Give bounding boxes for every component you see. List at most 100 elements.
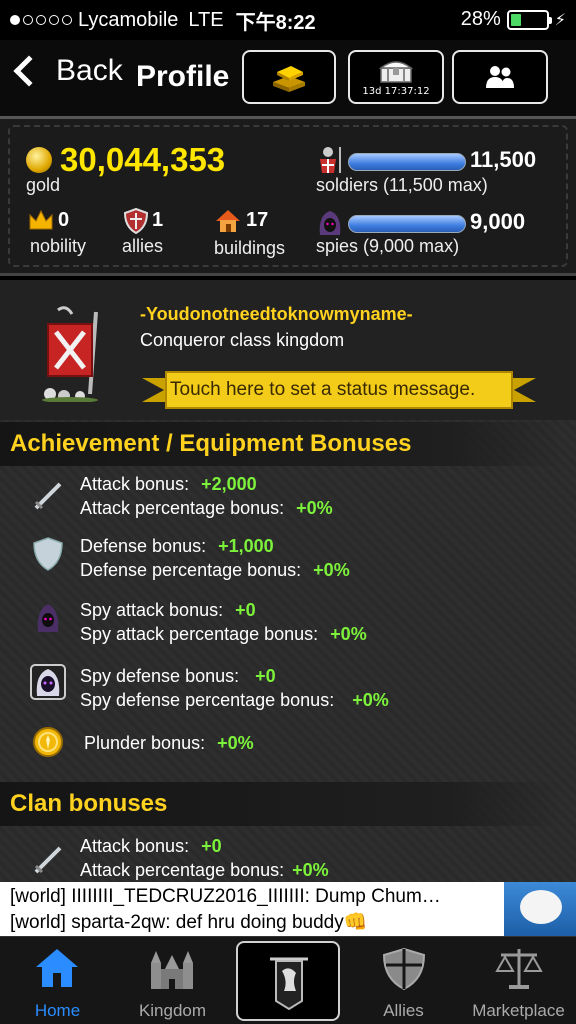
spy-attack-pct-value: +0% xyxy=(330,624,367,644)
house-icon xyxy=(216,210,240,232)
clan-attack-bonus-row: Attack bonus: +0 xyxy=(80,836,222,857)
banner-flag-icon xyxy=(270,957,308,1011)
back-label: Back xyxy=(56,54,123,87)
status-message-prompt[interactable]: Touch here to set a status message. xyxy=(170,379,475,401)
spy-attack-bonus-row: Spy attack bonus: +0 xyxy=(80,600,256,621)
plunder-value: +0% xyxy=(217,733,254,753)
attack-pct-label: Attack percentage bonus: xyxy=(80,498,285,518)
attack-bonus-label: Attack bonus: xyxy=(80,474,190,494)
kingdom-panel: -Youdonotneedtoknowmyname- Conqueror cla… xyxy=(0,280,576,420)
clan-attack-label: Attack bonus: xyxy=(80,836,190,856)
gold-bars-icon xyxy=(273,66,305,92)
center-battle-button[interactable] xyxy=(236,941,340,1021)
kingdom-class: Conqueror class kingdom xyxy=(140,330,345,350)
nobility-label: nobility xyxy=(30,236,87,256)
tab-marketplace[interactable]: Marketplace xyxy=(461,937,576,1024)
soldiers-label: soldiers (11,500 max) xyxy=(316,175,488,195)
spy-defense-label: Spy defense bonus: xyxy=(80,666,240,686)
nobility-value: 0 xyxy=(58,209,70,231)
clan-attack-pct-label: Attack percentage bonus: xyxy=(80,860,285,880)
plunder-coin-icon xyxy=(33,727,63,757)
spy-defense-value: +0 xyxy=(255,666,276,686)
chevron-left-icon xyxy=(13,55,45,87)
allies-label: allies xyxy=(122,236,164,256)
status-bar: Lycamobile LTE 下午8:22 28% ⚡ xyxy=(0,0,576,40)
achievement-bonuses-header: Achievement / Equipment Bonuses xyxy=(0,422,562,466)
defense-pct-value: +0% xyxy=(313,560,350,580)
network-type: LTE xyxy=(188,8,224,31)
back-button[interactable]: Back xyxy=(12,54,123,88)
spy-attack-pct-row: Spy attack percentage bonus: +0% xyxy=(80,624,367,645)
people-icon xyxy=(486,66,514,88)
attack-pct-value: +0% xyxy=(296,498,333,518)
spy-attack-label: Spy attack bonus: xyxy=(80,600,224,620)
carrier-name: Lycamobile xyxy=(78,8,179,31)
signal-strength-icon xyxy=(10,15,72,25)
spy-defense-pct-row: Spy defense percentage bonus: +0% xyxy=(80,690,389,711)
friends-button[interactable] xyxy=(452,50,548,104)
home-icon xyxy=(36,949,78,987)
castle-icon xyxy=(151,951,193,989)
page-title: Profile xyxy=(136,60,230,93)
allies-shield-icon xyxy=(382,947,426,991)
crown-icon xyxy=(29,209,53,230)
spy-defense-icon xyxy=(30,664,66,700)
spies-value: 9,000 xyxy=(470,209,526,234)
spies-label: spies (9,000 max) xyxy=(316,236,460,256)
clan-attack-value: +0 xyxy=(201,836,222,856)
battery-icon xyxy=(506,9,552,30)
spy-attack-icon xyxy=(37,604,59,632)
tab-home[interactable]: Home xyxy=(0,937,115,1024)
clan-sword-icon xyxy=(34,846,62,874)
shield-defense-icon xyxy=(33,537,63,571)
attack-bonus-value: +2,000 xyxy=(201,474,257,494)
attack-bonus-row: Attack bonus: +2,000 xyxy=(80,474,257,495)
stats-panel: 30,044,353 gold 0 nobility 1 allies 17 b… xyxy=(0,116,576,276)
tab-allies-label: Allies xyxy=(383,1001,424,1020)
defense-bonus-value: +1,000 xyxy=(218,536,274,556)
defense-pct-row: Defense percentage bonus: +0% xyxy=(80,560,350,581)
treasure-chest-button[interactable]: 13d 17:37:12 xyxy=(348,50,444,104)
chat-message: [world] IIIIIIII_TEDCRUZ2016_IIIIIII: Du… xyxy=(10,886,441,907)
clan-bonuses-header: Clan bonuses xyxy=(0,782,562,826)
spy-defense-bonus-row: Spy defense bonus: +0 xyxy=(80,666,276,687)
defense-bonus-label: Defense bonus: xyxy=(80,536,207,556)
gold-shop-button[interactable] xyxy=(242,50,336,104)
spy-attack-value: +0 xyxy=(235,600,256,620)
charging-icon: ⚡ xyxy=(554,11,566,29)
clock: 下午8:22 xyxy=(235,11,316,34)
tab-allies[interactable]: Allies xyxy=(346,937,461,1024)
navigation-bar: Back Profile 13d 17:37:12 xyxy=(0,40,576,116)
tab-bar: Home Kingdom Allies Marketplace xyxy=(0,936,576,1024)
battery-percent: 28% xyxy=(460,8,501,30)
shield-icon xyxy=(123,207,149,235)
soldiers-value: 11,500 xyxy=(470,147,537,172)
chat-message: [world] sparta-2qw: def hru doing buddy👊 xyxy=(10,912,368,933)
bonuses-scroll-area[interactable]: Achievement / Equipment Bonuses Attack b… xyxy=(0,420,576,882)
soldiers-progress-bar xyxy=(348,153,466,171)
spy-defense-pct-value: +0% xyxy=(352,690,389,710)
attack-pct-row: Attack percentage bonus: +0% xyxy=(80,498,333,519)
tab-home-label: Home xyxy=(34,1001,81,1020)
soldier-icon xyxy=(320,147,341,173)
clan-attack-pct-value: +0% xyxy=(292,860,329,880)
clan-attack-pct-row: Attack percentage bonus: +0% xyxy=(80,860,329,881)
open-chat-button[interactable] xyxy=(504,882,576,936)
sword-icon xyxy=(34,482,62,510)
tab-kingdom[interactable]: Kingdom xyxy=(115,937,230,1024)
treasure-chest-icon xyxy=(378,60,414,83)
kingdom-name: -Youdonotneedtoknowmyname- xyxy=(140,304,413,324)
plunder-bonus-row: Plunder bonus: +0% xyxy=(84,733,254,754)
defense-pct-label: Defense percentage bonus: xyxy=(80,560,302,580)
chat-bubble-icon xyxy=(520,890,562,924)
buildings-label: buildings xyxy=(214,238,286,258)
world-chat-ticker[interactable]: [world] IIIIIIII_TEDCRUZ2016_IIIIIII: Du… xyxy=(0,882,576,936)
plunder-label: Plunder bonus: xyxy=(84,733,206,753)
gold-label: gold xyxy=(26,175,61,195)
allies-value: 1 xyxy=(152,209,164,231)
kingdom-flag-icon xyxy=(42,306,98,402)
chest-timer: 13d 17:37:12 xyxy=(362,85,430,97)
buildings-value: 17 xyxy=(246,209,269,231)
spy-defense-pct-label: Spy defense percentage bonus: xyxy=(80,690,335,710)
tab-marketplace-label: Marketplace xyxy=(472,1001,565,1020)
